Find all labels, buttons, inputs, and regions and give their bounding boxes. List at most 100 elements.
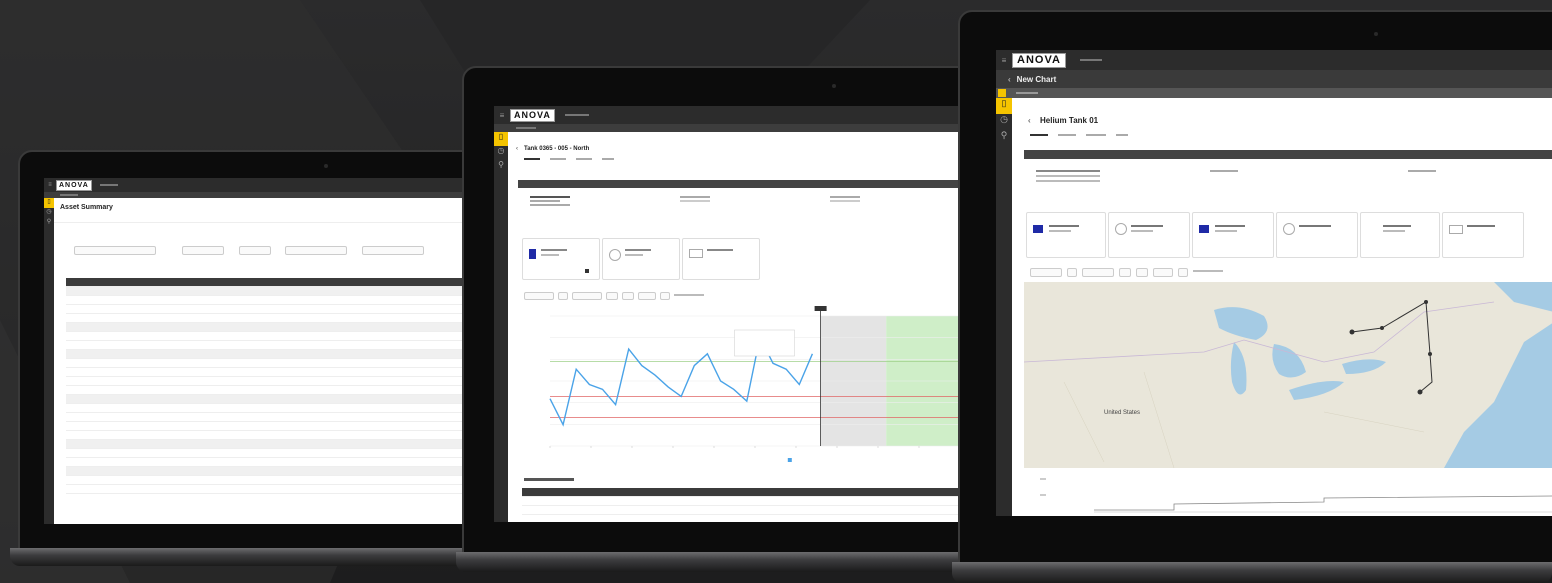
table-group-row[interactable] [66,394,464,404]
sensor-card-helium-pressure[interactable] [1108,212,1190,258]
table-group-row[interactable] [66,466,464,476]
table-row[interactable] [66,358,464,368]
filter-select-1[interactable] [74,246,156,255]
table-row[interactable] [66,304,464,314]
date-from-input[interactable] [1030,268,1062,277]
middle-laptop: ≡ ANOVA ▯ ◷ ⚲ ‹ Tank 0365 - 005 - North [456,66,984,576]
chart-header: ‹ New Chart [996,70,1552,88]
app-logo: ANOVA [510,108,555,122]
route-marker[interactable] [1417,389,1423,395]
filter-select-2[interactable] [182,246,225,255]
sensor-card-level[interactable] [522,238,600,280]
tab-readings[interactable] [1086,134,1106,136]
route-marker[interactable] [1428,352,1432,356]
clock-rail-icon[interactable]: ◷ [44,208,54,218]
back-icon[interactable]: ‹ [1008,75,1011,84]
tab-details[interactable] [1030,134,1048,136]
table-row[interactable] [66,376,464,386]
left-screen: ≡ ANOVA ▯ ◷ ⚲ Asset Summary [44,178,464,524]
assets-rail-icon[interactable]: ▯ [494,132,508,146]
hour-select[interactable] [606,292,618,300]
table-row[interactable] [66,367,464,377]
table-row[interactable] [66,421,464,431]
table-row[interactable] [66,457,464,467]
tab-map[interactable] [602,158,614,160]
sensor-card-gps[interactable] [1360,212,1440,258]
sensor-card-helium-level[interactable] [1026,212,1106,258]
filter-select-3[interactable] [238,246,271,255]
back-icon[interactable]: ‹ [516,146,518,152]
filter-select-5[interactable] [361,246,424,255]
clock-rail-icon[interactable]: ◷ [996,114,1012,130]
table-row[interactable] [66,448,464,458]
table-row[interactable] [66,412,464,422]
middle-screen: ≡ ANOVA ▯ ◷ ⚲ ‹ Tank 0365 - 005 - North [494,106,978,522]
table-row[interactable] [66,430,464,440]
route-marker[interactable] [1424,300,1428,304]
hour-select[interactable] [1119,268,1131,277]
table-row[interactable] [66,484,464,494]
route-map[interactable]: United States [1024,282,1552,468]
sensor-card-battery[interactable] [1442,212,1524,258]
sensor-card-pressure[interactable] [602,238,680,280]
tab-details[interactable] [524,158,540,160]
min-select[interactable] [1136,268,1148,277]
tab-map[interactable] [1116,134,1128,136]
tab-strip [1030,134,1128,136]
date-to-input[interactable] [572,292,602,300]
table-row[interactable] [66,340,464,350]
asset-table [66,278,464,494]
assets-rail-icon[interactable]: ▯ [996,98,1012,114]
range-select[interactable] [638,292,656,300]
date-from-input[interactable] [524,292,554,300]
apply-button[interactable] [1178,268,1188,277]
chart-controls [1030,268,1223,277]
table-row[interactable] [66,385,464,395]
table-group-row[interactable] [66,349,464,359]
menu-icon[interactable]: ≡ [996,56,1012,65]
menu-icon[interactable]: ≡ [494,111,510,120]
clock-rail-icon[interactable]: ◷ [494,146,508,160]
date-to-input[interactable] [1082,268,1114,277]
tab-events[interactable] [550,158,566,160]
table-row[interactable] [66,403,464,413]
table-group-row[interactable] [66,322,464,332]
section-header[interactable] [518,180,978,188]
assets-rail-icon[interactable]: ▯ [44,198,54,208]
sensor-card-nitrogen-pressure[interactable] [1276,212,1358,258]
table-row[interactable] [66,313,464,323]
route-marker[interactable] [1380,326,1384,330]
menu-icon[interactable]: ≡ [44,182,56,188]
tab-readings[interactable] [576,158,592,160]
tank-level-chart[interactable] [530,306,970,466]
sensor-card-battery[interactable] [682,238,760,280]
min-select[interactable] [622,292,634,300]
calendar-icon[interactable] [1067,268,1077,277]
table-group-row[interactable] [66,439,464,449]
header-title: New Chart [1016,74,1057,84]
location-rail-icon[interactable]: ⚲ [996,130,1012,146]
tab-events[interactable] [1058,134,1076,136]
route-marker[interactable] [1349,329,1355,335]
section-header[interactable] [1024,150,1552,159]
back-icon[interactable]: ‹ [1028,116,1031,125]
sensor-card-nitrogen-level[interactable] [1192,212,1274,258]
legend-swatch [787,458,792,462]
table-row[interactable] [522,505,978,515]
app-subtitle [99,184,118,186]
app-logo: ANOVA [1012,52,1066,68]
table-row[interactable] [66,295,464,305]
filter-select-4[interactable] [285,246,348,255]
range-select[interactable] [1153,268,1173,277]
location-rail-icon[interactable]: ⚲ [44,218,54,228]
table-group-row[interactable] [66,286,464,296]
location-rail-icon[interactable]: ⚲ [494,160,508,174]
filter-row [74,242,424,260]
asset-address [1036,170,1100,186]
calendar-icon[interactable] [558,292,568,300]
table-row[interactable] [66,331,464,341]
apply-button[interactable] [660,292,670,300]
right-screen: ≡ ANOVA ‹ New Chart ▯ ◷ ⚲ ‹ Helium Tank … [996,50,1552,516]
table-row[interactable] [66,475,464,485]
table-row[interactable] [522,496,978,506]
